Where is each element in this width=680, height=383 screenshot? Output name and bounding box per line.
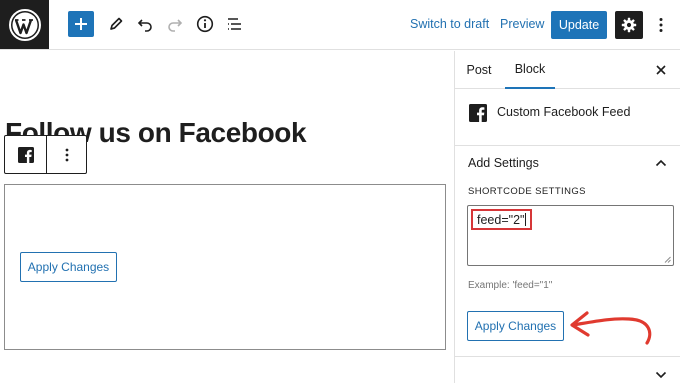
editor-header: Switch to draft Preview Update [0,0,680,50]
shortcode-example: Example: 'feed="1" [468,280,553,291]
block-card: Custom Facebook Feed [455,90,680,146]
shortcode-textarea[interactable]: feed="2" [467,205,674,266]
panel-title[interactable]: Add Settings [468,156,539,170]
block-options-button[interactable] [47,136,86,173]
block-type-button[interactable] [5,136,47,173]
block-name: Custom Facebook Feed [497,105,631,119]
highlighted-value: feed="2" [471,209,533,230]
redo-icon[interactable] [164,13,186,35]
close-sidebar-button[interactable] [653,62,669,78]
tab-block[interactable]: Block [505,51,555,89]
text-caret [525,213,527,226]
shortcode-settings-label: SHORTCODE SETTINGS [468,186,586,197]
undo-icon[interactable] [134,13,156,35]
more-vertical-icon [65,148,68,161]
sidebar-tabs: Post Block [455,51,680,89]
settings-button[interactable] [615,11,643,39]
chevron-down-icon [655,371,667,379]
list-view-icon[interactable] [224,13,246,35]
switch-to-draft-link[interactable]: Switch to draft [410,17,489,31]
annotation-arrow-icon [570,311,652,345]
more-vertical-icon [659,18,663,32]
plus-icon [75,18,87,30]
tab-post[interactable]: Post [457,51,501,89]
preview-link[interactable]: Preview [500,17,544,31]
wordpress-logo-icon[interactable] [0,0,49,49]
resize-handle-icon[interactable] [664,256,671,263]
apply-changes-button[interactable]: Apply Changes [467,311,564,341]
add-block-button[interactable] [68,11,94,37]
settings-sidebar: Post Block Custom Facebook Feed Add Sett… [454,51,680,383]
apply-changes-button[interactable]: Apply Changes [20,252,117,282]
panel-divider [455,356,680,357]
info-icon[interactable] [194,13,216,35]
gear-icon [621,17,637,33]
block-toolbar [4,135,87,174]
more-options-button[interactable] [654,14,668,36]
editor-canvas[interactable]: Follow us on Facebook Apply Changes [0,51,454,383]
facebook-feed-block[interactable]: Apply Changes [4,184,446,350]
chevron-up-icon [655,159,667,167]
facebook-icon [469,104,487,122]
close-icon [656,65,666,75]
expand-panel-button[interactable] [653,367,669,383]
facebook-icon [17,146,34,163]
shortcode-value: feed="2" [477,212,525,227]
pencil-icon[interactable] [105,13,127,35]
update-button[interactable]: Update [551,11,607,39]
panel-toggle-button[interactable] [653,155,669,171]
